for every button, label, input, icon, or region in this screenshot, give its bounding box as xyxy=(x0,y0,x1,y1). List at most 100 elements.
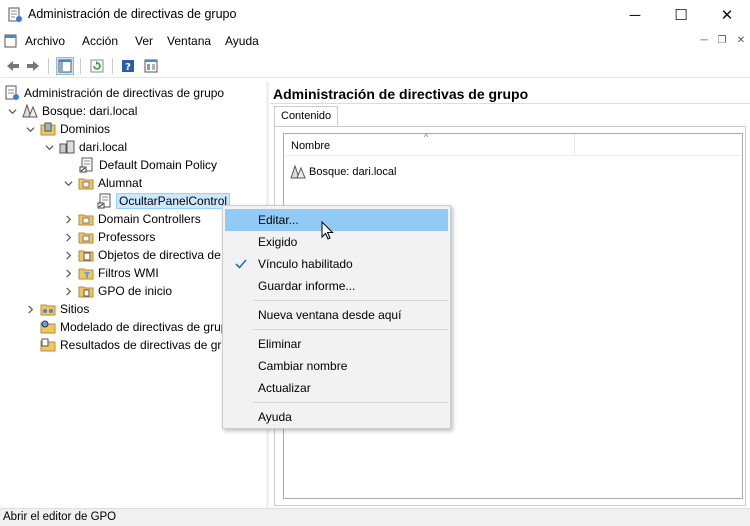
starter-gpo-folder-icon xyxy=(78,286,94,298)
toolbar-separator xyxy=(112,58,113,74)
chevron-down-icon[interactable] xyxy=(62,177,74,189)
tree-label: dari.local xyxy=(79,140,128,154)
tree-item-professors[interactable]: Professors xyxy=(62,228,155,246)
toolbar-separator xyxy=(80,58,81,74)
menu-ayuda[interactable]: Ayuda xyxy=(225,34,259,48)
menu-separator xyxy=(253,329,448,330)
menu-separator xyxy=(253,402,448,403)
tree-item-sites[interactable]: Sitios xyxy=(24,300,89,318)
chevron-right-icon[interactable] xyxy=(62,213,74,225)
menu-item-vinculo-habilitado[interactable]: Vínculo habilitado xyxy=(225,253,448,275)
ou-folder-icon xyxy=(78,232,94,244)
tree-item-root[interactable]: Administración de directivas de grupo xyxy=(4,84,224,102)
mdi-minimize-button[interactable]: ─ xyxy=(696,35,712,49)
gpo-link-icon xyxy=(79,157,93,173)
ou-folder-icon xyxy=(78,214,94,226)
menu-item-nueva-ventana[interactable]: Nueva ventana desde aquí xyxy=(225,304,448,326)
tree-item-starter-gpos[interactable]: GPO de inicio xyxy=(62,282,172,300)
chevron-down-icon[interactable] xyxy=(6,105,18,117)
tree-item-modeling[interactable]: Modelado de directivas de grupo xyxy=(40,318,234,336)
title-bar: Administración de directivas de grupo ─ … xyxy=(0,0,750,30)
menu-item-eliminar[interactable]: Eliminar xyxy=(225,333,448,355)
menu-item-guardar-informe[interactable]: Guardar informe... xyxy=(225,275,448,297)
filter-folder-icon xyxy=(78,268,94,280)
details-header: Administración de directivas de grupo xyxy=(270,82,750,104)
minimize-button[interactable]: ─ xyxy=(612,0,658,30)
gpo-folder-icon xyxy=(78,250,94,262)
menu-archivo[interactable]: Archivo xyxy=(25,34,65,48)
domain-icon xyxy=(59,140,75,154)
chevron-right-icon[interactable] xyxy=(62,267,74,279)
tree-label: OcultarPanelControl xyxy=(115,193,231,209)
domains-icon xyxy=(40,122,56,136)
tree-item-alumnat[interactable]: Alumnat xyxy=(62,174,142,192)
chevron-right-icon[interactable] xyxy=(24,303,36,315)
properties-icon xyxy=(144,59,158,73)
results-icon xyxy=(40,338,56,352)
tab-contenido[interactable]: Contenido xyxy=(274,106,339,126)
chevron-right-icon[interactable] xyxy=(62,285,74,297)
sort-arrow-icon: ^ xyxy=(424,132,429,142)
ou-folder-icon xyxy=(78,178,94,190)
svg-text:?: ? xyxy=(125,62,131,73)
tree-item-domain[interactable]: dari.local xyxy=(43,138,127,156)
menu-accion[interactable]: Acción xyxy=(82,34,118,48)
chevron-right-icon[interactable] xyxy=(62,231,74,243)
tree-label: Modelado de directivas de grupo xyxy=(60,320,235,334)
menu-item-cambiar-nombre[interactable]: Cambiar nombre xyxy=(225,355,448,377)
tree-item-domains[interactable]: Dominios xyxy=(24,120,110,138)
help-icon: ? xyxy=(122,60,134,73)
menu-item-exigido[interactable]: Exigido xyxy=(225,231,448,253)
mouse-cursor-icon xyxy=(321,221,334,240)
back-button[interactable] xyxy=(4,57,22,75)
modeling-icon xyxy=(40,320,56,334)
show-tree-button[interactable] xyxy=(56,57,74,75)
menu-separator xyxy=(253,300,448,301)
menu-item-ayuda[interactable]: Ayuda xyxy=(225,406,448,428)
tree-item-domain-controllers[interactable]: Domain Controllers xyxy=(62,210,201,228)
toolbar-separator xyxy=(48,58,49,74)
tree-label: Professors xyxy=(98,230,156,244)
maximize-button[interactable]: ☐ xyxy=(658,0,704,30)
column-separator[interactable] xyxy=(574,134,575,156)
show-tree-icon xyxy=(58,59,72,73)
list-item-label: Bosque: dari.local xyxy=(309,166,397,178)
tree-item-results[interactable]: Resultados de directivas de grupo xyxy=(40,336,241,354)
status-bar: Abrir el editor de GPO xyxy=(0,508,750,526)
menu-item-actualizar[interactable]: Actualizar xyxy=(225,377,448,399)
refresh-icon xyxy=(90,59,104,73)
chevron-down-icon[interactable] xyxy=(24,123,36,135)
tree-label: Domain Controllers xyxy=(98,212,201,226)
mdi-close-button[interactable]: ✕ xyxy=(733,35,749,49)
tree-label: Filtros WMI xyxy=(98,266,159,280)
gpo-link-icon xyxy=(97,193,111,209)
menu-bar: Archivo Acción Ver Ventana Ayuda xyxy=(0,30,750,52)
column-nombre[interactable]: Nombre xyxy=(291,140,330,152)
chevron-down-icon[interactable] xyxy=(43,141,55,153)
gpmc-app-icon xyxy=(8,7,22,22)
console-document-icon[interactable] xyxy=(3,33,19,49)
menu-ver[interactable]: Ver xyxy=(135,34,153,48)
refresh-button[interactable] xyxy=(88,57,106,75)
forward-button[interactable] xyxy=(24,57,42,75)
status-text: Abrir el editor de GPO xyxy=(3,511,117,523)
forest-icon xyxy=(22,103,38,118)
mdi-restore-button[interactable]: ❐ xyxy=(714,35,730,49)
forest-icon xyxy=(290,164,306,179)
menu-ventana[interactable]: Ventana xyxy=(167,34,211,48)
menu-item-editar[interactable]: Editar... xyxy=(225,209,448,231)
tree-label: Dominios xyxy=(60,122,111,136)
forward-icon xyxy=(27,61,39,71)
tree-item-wmi-filters[interactable]: Filtros WMI xyxy=(62,264,159,282)
help-button[interactable]: ? xyxy=(119,57,137,75)
chevron-right-icon[interactable] xyxy=(62,249,74,261)
tree-item-forest[interactable]: Bosque: dari.local xyxy=(6,102,137,120)
tree-item-ocultar-panel-control[interactable]: OcultarPanelControl xyxy=(97,192,231,210)
tree-label: Resultados de directivas de grupo xyxy=(60,338,242,352)
properties-button[interactable] xyxy=(142,57,160,75)
list-item[interactable]: Bosque: dari.local xyxy=(290,164,396,180)
tree-item-default-policy[interactable]: Default Domain Policy xyxy=(79,156,217,174)
tree-label: Alumnat xyxy=(98,176,143,190)
back-icon xyxy=(7,61,19,71)
close-button[interactable]: ✕ xyxy=(704,0,750,30)
